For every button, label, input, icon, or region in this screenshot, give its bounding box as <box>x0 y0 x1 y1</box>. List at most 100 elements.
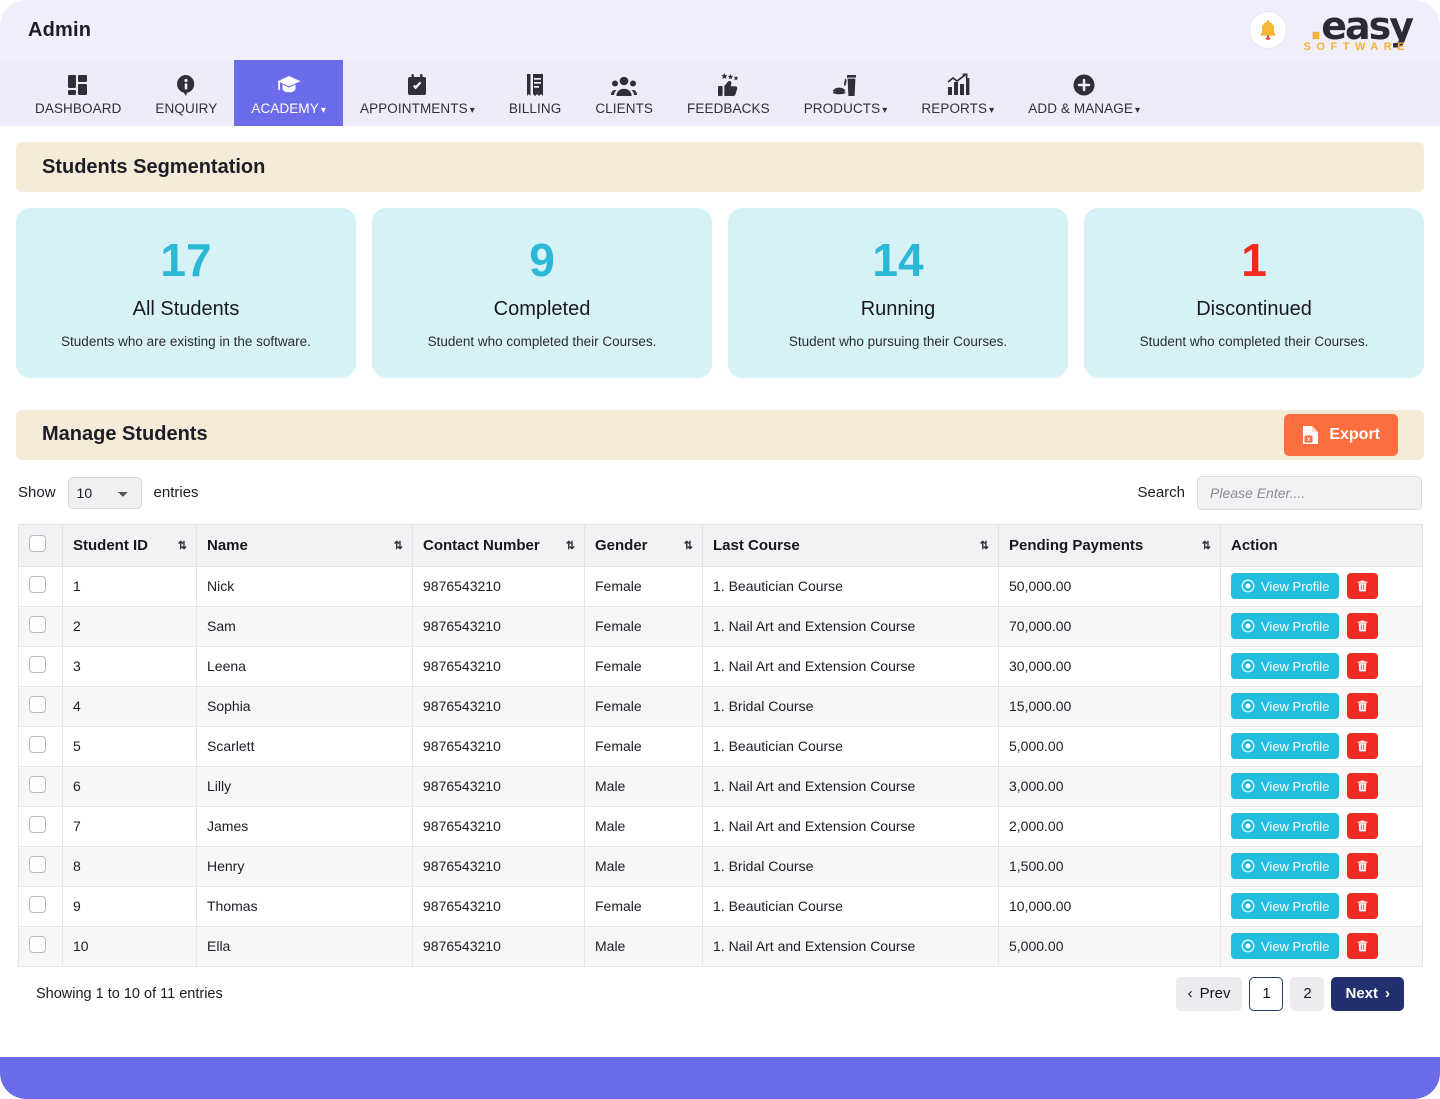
page-length-select[interactable]: 10 25 50 100 <box>68 477 142 509</box>
table-row: 2Sam9876543210Female1. Nail Art and Exte… <box>19 606 1423 646</box>
cell-student-id: 9 <box>63 886 197 926</box>
receipt-icon <box>524 71 546 97</box>
cell-name: Nick <box>197 566 413 606</box>
row-checkbox[interactable] <box>29 696 46 713</box>
eye-icon <box>1241 899 1255 913</box>
stat-value: 1 <box>1102 236 1406 284</box>
view-profile-button[interactable]: View Profile <box>1231 653 1339 679</box>
nav-item-enquiry[interactable]: ENQUIRY <box>138 60 234 126</box>
row-checkbox[interactable] <box>29 856 46 873</box>
pagination-page-1[interactable]: 1 <box>1249 977 1283 1011</box>
delete-row-button[interactable] <box>1347 653 1378 679</box>
table-row: 1Nick9876543210Female1. Beautician Cours… <box>19 566 1423 606</box>
trash-icon <box>1356 699 1369 713</box>
pagination-page-2[interactable]: 2 <box>1290 977 1324 1011</box>
pagination-next-button[interactable]: Next › <box>1331 977 1404 1011</box>
col-header-name[interactable]: Name⇅ <box>197 524 413 566</box>
segmentation-title: Students Segmentation <box>42 156 265 179</box>
search-input[interactable] <box>1197 476 1422 510</box>
stat-card-running[interactable]: 14 Running Student who pursuing their Co… <box>728 208 1068 378</box>
row-checkbox[interactable] <box>29 656 46 673</box>
row-checkbox[interactable] <box>29 896 46 913</box>
nav-item-feedbacks[interactable]: FEEDBACKS <box>670 60 787 126</box>
view-profile-button[interactable]: View Profile <box>1231 813 1339 839</box>
view-profile-button[interactable]: View Profile <box>1231 693 1339 719</box>
row-checkbox[interactable] <box>29 936 46 953</box>
select-all-checkbox[interactable] <box>29 535 46 552</box>
stat-description: Students who are existing in the softwar… <box>51 333 321 351</box>
view-profile-button[interactable]: View Profile <box>1231 573 1339 599</box>
cell-contact-number: 9876543210 <box>413 766 585 806</box>
stat-card-all-students[interactable]: 17 All Students Students who are existin… <box>16 208 356 378</box>
view-profile-button[interactable]: View Profile <box>1231 853 1339 879</box>
row-checkbox[interactable] <box>29 776 46 793</box>
nav-item-dashboard[interactable]: DASHBOARD <box>18 60 138 126</box>
cell-action: View Profile <box>1221 566 1423 606</box>
export-button[interactable]: x Export <box>1284 414 1398 456</box>
row-select-cell <box>19 606 63 646</box>
stat-description: Student who completed their Courses. <box>1119 333 1389 351</box>
delete-row-button[interactable] <box>1347 813 1378 839</box>
view-profile-button[interactable]: View Profile <box>1231 933 1339 959</box>
students-table-wrapper: Student ID⇅ Name⇅ Contact Number⇅ Gender… <box>0 524 1440 1011</box>
view-profile-button[interactable]: View Profile <box>1231 773 1339 799</box>
nav-item-billing[interactable]: BILLING <box>492 60 578 126</box>
cell-name: Henry <box>197 846 413 886</box>
cell-gender: Female <box>585 566 703 606</box>
stat-label: Discontinued <box>1102 298 1406 321</box>
cell-name: Ella <box>197 926 413 966</box>
nav-item-clients[interactable]: CLIENTS <box>578 60 670 126</box>
trash-icon <box>1356 659 1369 673</box>
row-select-cell <box>19 846 63 886</box>
view-profile-button[interactable]: View Profile <box>1231 613 1339 639</box>
cell-pending-payments: 2,000.00 <box>999 806 1221 846</box>
cell-contact-number: 9876543210 <box>413 606 585 646</box>
row-checkbox[interactable] <box>29 736 46 753</box>
eye-icon <box>1241 739 1255 753</box>
nav-item-appointments[interactable]: APPOINTMENTS▾ <box>343 60 492 126</box>
cell-gender: Female <box>585 726 703 766</box>
cell-last-course: 1. Nail Art and Extension Course <box>703 766 999 806</box>
delete-row-button[interactable] <box>1347 693 1378 719</box>
users-icon <box>611 71 637 97</box>
cell-gender: Female <box>585 606 703 646</box>
view-profile-button[interactable]: View Profile <box>1231 733 1339 759</box>
nav-label: DASHBOARD <box>35 101 121 116</box>
nav-label: ACADEMY▾ <box>251 101 326 116</box>
delete-row-button[interactable] <box>1347 933 1378 959</box>
delete-row-button[interactable] <box>1347 573 1378 599</box>
col-header-last-course[interactable]: Last Course⇅ <box>703 524 999 566</box>
table-row: 5Scarlett9876543210Female1. Beautician C… <box>19 726 1423 766</box>
pagination-prev-button[interactable]: ‹ Prev <box>1176 977 1243 1011</box>
nav-item-products[interactable]: PRODUCTS▾ <box>787 60 905 126</box>
col-header-pending-payments[interactable]: Pending Payments⇅ <box>999 524 1221 566</box>
nav-item-academy[interactable]: ACADEMY▾ <box>234 60 343 126</box>
delete-row-button[interactable] <box>1347 853 1378 879</box>
table-row: 9Thomas9876543210Female1. Beautician Cou… <box>19 886 1423 926</box>
notification-button[interactable] <box>1250 12 1286 48</box>
col-header-student-id[interactable]: Student ID⇅ <box>63 524 197 566</box>
trash-icon <box>1356 939 1369 953</box>
col-header-gender[interactable]: Gender⇅ <box>585 524 703 566</box>
col-header-contact-number[interactable]: Contact Number⇅ <box>413 524 585 566</box>
row-checkbox[interactable] <box>29 576 46 593</box>
row-checkbox[interactable] <box>29 816 46 833</box>
row-checkbox[interactable] <box>29 616 46 633</box>
delete-row-button[interactable] <box>1347 773 1378 799</box>
top-bar-right: .easy SOFTWARE <box>1250 7 1416 53</box>
delete-row-button[interactable] <box>1347 733 1378 759</box>
nav-item-reports[interactable]: REPORTS▾ <box>904 60 1011 126</box>
sort-arrows-icon: ⇅ <box>386 539 402 552</box>
nav-label: REPORTS▾ <box>921 101 994 116</box>
delete-row-button[interactable] <box>1347 613 1378 639</box>
nav-label: APPOINTMENTS▾ <box>360 101 475 116</box>
view-profile-label: View Profile <box>1261 939 1329 954</box>
eye-icon <box>1241 619 1255 633</box>
nav-label: ENQUIRY <box>155 101 217 116</box>
view-profile-button[interactable]: View Profile <box>1231 893 1339 919</box>
stat-card-completed[interactable]: 9 Completed Student who completed their … <box>372 208 712 378</box>
delete-row-button[interactable] <box>1347 893 1378 919</box>
stat-value: 9 <box>390 236 694 284</box>
stat-card-discontinued[interactable]: 1 Discontinued Student who completed the… <box>1084 208 1424 378</box>
nav-item-add-manage[interactable]: ADD & MANAGE▾ <box>1011 60 1157 126</box>
